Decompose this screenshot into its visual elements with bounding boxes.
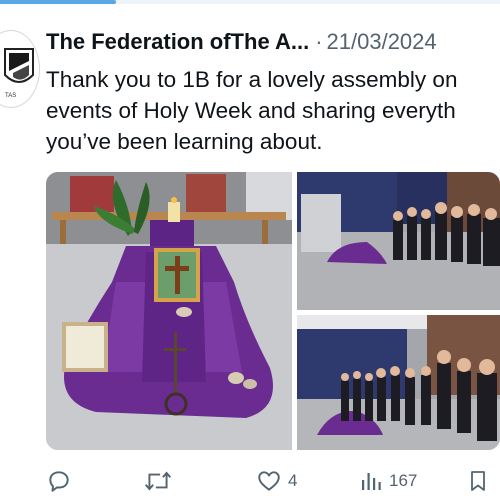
tweet-date[interactable]: 21/03/2024 (327, 29, 437, 54)
views-button[interactable]: 167 (359, 466, 417, 496)
media-grid (46, 172, 500, 452)
tweet-text: Thank you to 1B for a lovely assembly on… (46, 64, 500, 157)
photo-altar[interactable] (46, 172, 292, 450)
photo-class-seated[interactable] (297, 172, 500, 310)
retweet-button[interactable] (143, 466, 179, 496)
avatar[interactable]: TAS (0, 30, 40, 108)
avatar-label: TAS (5, 93, 17, 99)
tweet-text-line: you’ve been learning about. (46, 129, 323, 154)
reply-button[interactable] (46, 466, 78, 496)
author-name[interactable]: The Federation ofThe A... (46, 29, 309, 54)
bookmark-icon (471, 471, 485, 491)
heart-icon (258, 471, 280, 491)
tweet-text-line: Thank you to 1B for a lovely assembly on (46, 67, 458, 92)
retweet-icon (144, 471, 172, 491)
views-count: 167 (389, 471, 418, 490)
bookmark-button[interactable] (466, 466, 490, 496)
tweet-text-line: events of Holy Week and sharing everyth (46, 98, 456, 123)
tweet-action-bar: 4 167 (0, 466, 500, 496)
photo-class-standing[interactable] (297, 315, 500, 450)
reply-icon (49, 471, 69, 492)
like-count: 4 (288, 471, 298, 490)
tab-indicator (0, 0, 116, 4)
tweet-header: The Federation ofThe A... · 21/03/2024 (46, 29, 500, 61)
views-icon (362, 473, 381, 490)
like-button[interactable]: 4 (256, 466, 297, 496)
header-separator: · (315, 29, 323, 54)
